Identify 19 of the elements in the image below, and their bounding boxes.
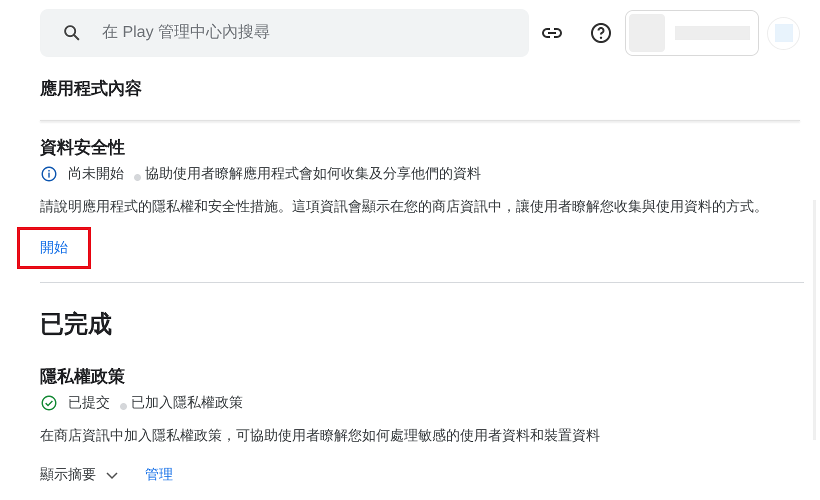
task-title: 資料安全性 [40, 137, 126, 159]
separator-dot [120, 402, 127, 410]
task-title: 隱私權政策 [40, 366, 126, 388]
status-detail: 協助使用者瞭解應用程式會如何收集及分享他們的資料 [145, 165, 481, 183]
task-description: 在商店資訊中加入隱私權政策，可協助使用者瞭解您如何處理敏感的使用者資料和裝置資料 [40, 426, 601, 445]
check-circle-icon [40, 394, 58, 412]
summary-toggle[interactable]: 顯示摘要 [40, 466, 120, 484]
separator-dot [134, 174, 141, 180]
help-icon[interactable] [589, 21, 613, 45]
search-field[interactable]: 在 Play 管理中心內搜尋 [40, 9, 529, 57]
start-link[interactable]: 開始 [17, 227, 91, 269]
status-detail: 已加入隱私權政策 [131, 394, 243, 412]
info-icon [40, 165, 58, 183]
section-heading: 已完成 [40, 310, 113, 340]
status-label: 已提交 [68, 394, 110, 412]
status-label: 尚未開始 [68, 165, 124, 183]
task-description: 請說明應用程式的隱私權和安全性措施。這項資訊會顯示在您的商店資訊中，讓使用者瞭解您收集與使用資料的方式。 [40, 197, 769, 216]
page-title: 應用程式內容 [40, 78, 143, 100]
manage-link[interactable]: 管理 [145, 466, 173, 484]
